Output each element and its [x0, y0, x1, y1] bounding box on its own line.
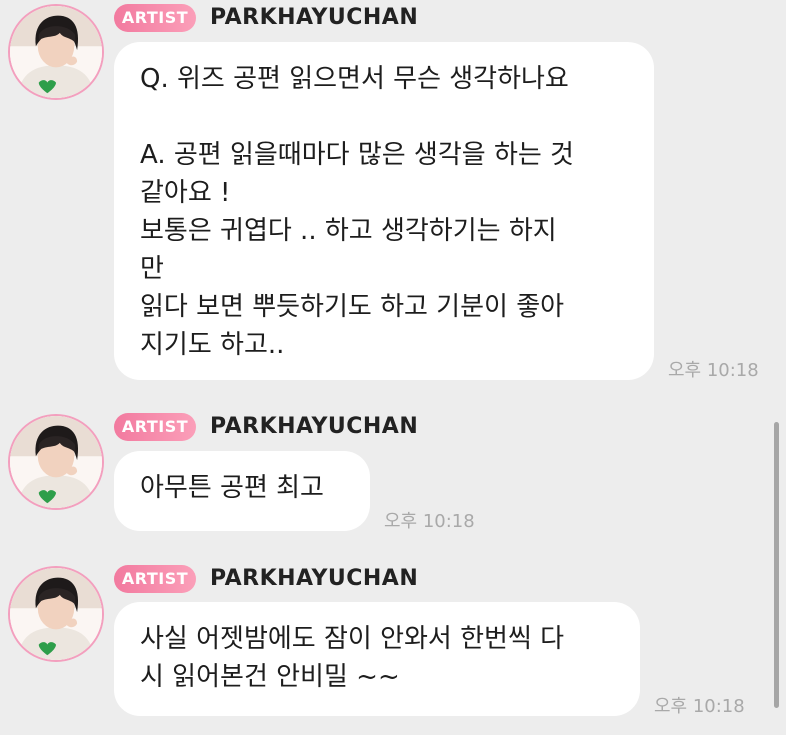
artist-badge: ARTIST [114, 565, 196, 593]
message-time: 오후 10:18 [668, 360, 759, 381]
sender-name[interactable]: PARKHAYUCHAN [210, 414, 418, 439]
message-bubble[interactable]: 사실 어젯밤에도 잠이 안와서 한번씩 다 시 읽어본건 안비밀 ~~ [114, 602, 640, 716]
profile-photo [10, 6, 102, 98]
message-time: 오후 10:18 [384, 511, 475, 532]
profile-photo [10, 568, 102, 660]
message-bubble[interactable]: 아무튼 공편 최고 [114, 451, 370, 531]
chat-message: ARTIST PARKHAYUCHAN 아무튼 공편 최고 오후 10:18 [0, 408, 786, 538]
sender-name[interactable]: PARKHAYUCHAN [210, 566, 418, 591]
avatar[interactable] [8, 4, 104, 100]
message-time: 오후 10:18 [654, 696, 745, 717]
message-bubble[interactable]: Q. 위즈 공편 읽으면서 무슨 생각하나요 A. 공편 읽을때마다 많은 생각… [114, 42, 654, 380]
profile-photo [10, 416, 102, 508]
artist-badge: ARTIST [114, 4, 196, 32]
artist-badge: ARTIST [114, 413, 196, 441]
scrollbar[interactable] [774, 422, 779, 708]
sender-name[interactable]: PARKHAYUCHAN [210, 5, 418, 30]
chat-message: ARTIST PARKHAYUCHAN 사실 어젯밤에도 잠이 안와서 한번씩 … [0, 560, 786, 735]
avatar[interactable] [8, 566, 104, 662]
chat-message: ARTIST PARKHAYUCHAN Q. 위즈 공편 읽으면서 무슨 생각하… [0, 0, 786, 400]
avatar[interactable] [8, 414, 104, 510]
